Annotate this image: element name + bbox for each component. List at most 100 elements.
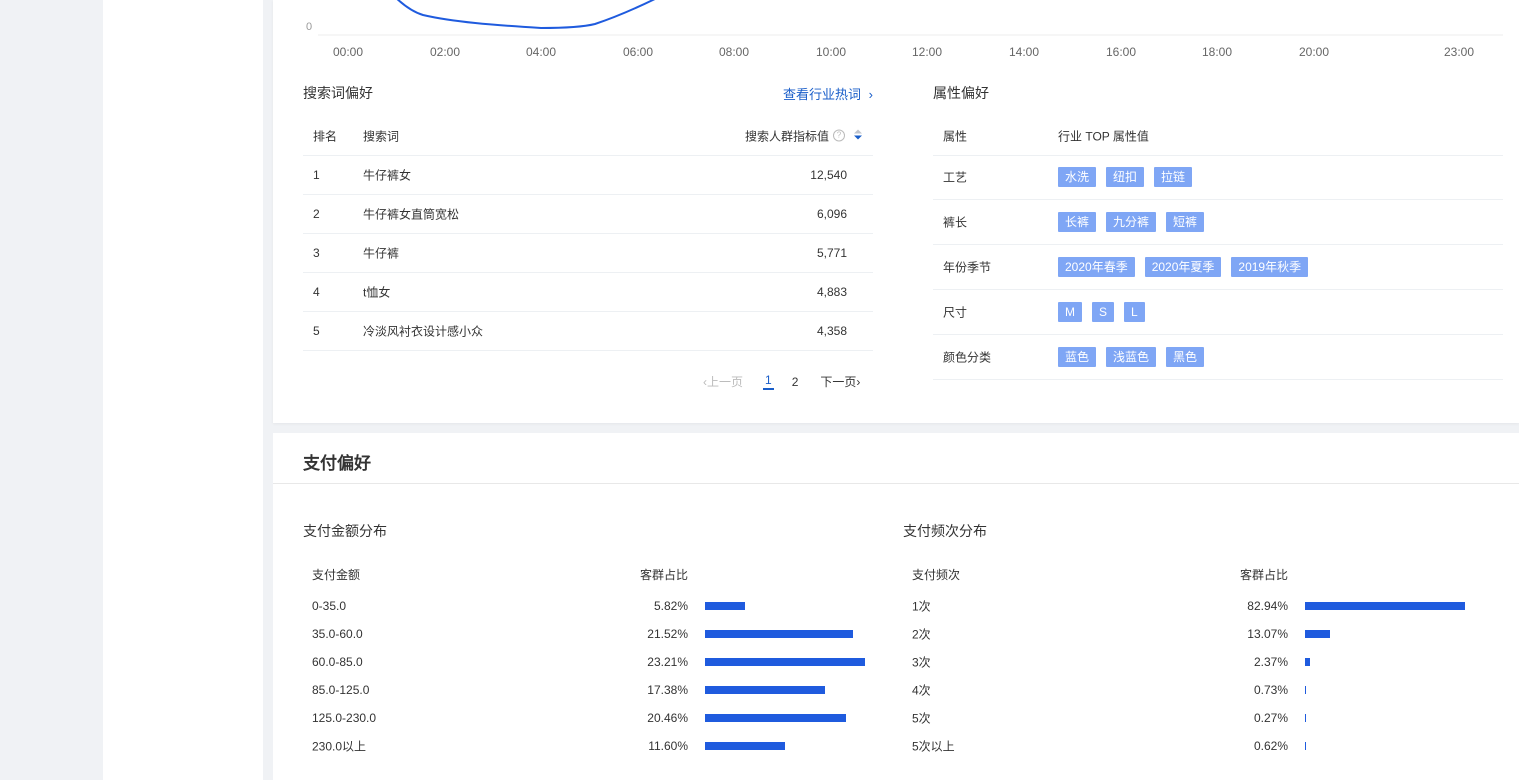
- attr-tag[interactable]: 2020年夏季: [1144, 257, 1222, 277]
- attr-row: 尺寸 M S L: [933, 290, 1503, 335]
- dist-row: 2次 13.07%: [273, 620, 1519, 648]
- y-axis-tick-0: 0: [306, 21, 313, 33]
- dist-pct: 0.27%: [1253, 711, 1288, 725]
- attr-row: 裤长 长裤 九分裤 短裤: [933, 200, 1503, 245]
- attr-tags: 2020年春季 2020年夏季 2019年秋季: [1058, 257, 1309, 277]
- industry-hotwords-link[interactable]: 查看行业热词 ›: [783, 84, 873, 103]
- attr-tag[interactable]: 2020年春季: [1058, 257, 1135, 277]
- attr-tag[interactable]: 蓝色: [1058, 347, 1097, 367]
- amount-label-header: 支付金额: [312, 568, 361, 582]
- pagination: ‹上一页 1 2 下一页›: [703, 373, 860, 390]
- next-page-label: 下一页: [820, 375, 857, 389]
- attr-name: 裤长: [943, 215, 968, 230]
- x-axis-tick-label: 12:00: [911, 45, 943, 59]
- help-icon[interactable]: ?: [833, 129, 845, 142]
- attr-tag[interactable]: 水洗: [1058, 167, 1097, 187]
- attr-tag[interactable]: 短裤: [1166, 212, 1205, 232]
- attr-name: 年份季节: [943, 260, 992, 275]
- sort-icon[interactable]: [853, 129, 863, 142]
- dist-label: 5次以上: [912, 739, 955, 754]
- layout-gap: [263, 0, 273, 780]
- attr-row: 工艺 水洗 纽扣 拉链: [933, 155, 1503, 200]
- search-section-title: 搜索词偏好: [303, 85, 373, 101]
- attr-tag[interactable]: 拉链: [1154, 167, 1193, 187]
- attr-section-title: 属性偏好: [933, 85, 989, 101]
- rank-cell: 4: [313, 284, 320, 299]
- dist-pct: 13.07%: [1247, 627, 1288, 641]
- freq-dist-title: 支付频次分布: [903, 523, 987, 539]
- dist-label: 2次: [912, 627, 931, 642]
- prev-page-button[interactable]: ‹上一页: [703, 373, 743, 390]
- keyword-cell: 牛仔裤女: [363, 168, 412, 182]
- attr-row: 颜色分类 蓝色 浅蓝色 黑色: [933, 335, 1503, 380]
- attr-tag[interactable]: L: [1124, 302, 1145, 322]
- dist-row: 5次以上 0.62%: [273, 732, 1519, 760]
- attr-name: 工艺: [943, 170, 968, 185]
- keyword-cell: 冷淡风衬衣设计感小众: [363, 324, 484, 338]
- x-axis-tick-label: 06:00: [622, 45, 654, 59]
- dist-bar: [1305, 714, 1306, 722]
- attr-tag[interactable]: 九分裤: [1106, 212, 1157, 232]
- table-row[interactable]: 5 冷淡风衬衣设计感小众 4,358: [303, 311, 873, 351]
- value-header-label: 搜索人群指标值: [744, 129, 829, 143]
- table-row[interactable]: 4 t恤女 4,883: [303, 272, 873, 312]
- rank-header: 排名: [313, 129, 338, 143]
- rank-cell: 1: [313, 167, 320, 182]
- x-axis-tick-label: 18:00: [1201, 45, 1233, 59]
- industry-hotwords-label: 查看行业热词: [783, 87, 862, 102]
- dist-label: 3次: [912, 655, 931, 670]
- attr-tags: 长裤 九分裤 短裤: [1058, 212, 1205, 232]
- sidebar: [103, 0, 263, 780]
- x-axis-tick-label: 14:00: [1008, 45, 1040, 59]
- attr-tag[interactable]: 纽扣: [1106, 167, 1145, 187]
- attr-tags: 蓝色 浅蓝色 黑色: [1058, 347, 1205, 367]
- attr-tags: MSL: [1058, 302, 1145, 322]
- x-axis-tick-label: 08:00: [718, 45, 750, 59]
- line-chart-svg: [318, 0, 1503, 36]
- search-table-header: 排名 搜索词 搜索人群指标值 ?: [303, 116, 873, 156]
- amount-dist-title: 支付金额分布: [303, 523, 387, 539]
- page-1-button[interactable]: 1: [763, 373, 774, 390]
- attr-name-header: 属性: [943, 129, 968, 143]
- dist-pct: 0.62%: [1253, 739, 1288, 753]
- amount-pct-header: 客群占比: [640, 568, 689, 582]
- table-row[interactable]: 3 牛仔裤 5,771: [303, 233, 873, 273]
- chevron-right-icon: ›: [856, 375, 861, 389]
- x-axis-tick-label: 02:00: [429, 45, 461, 59]
- prev-page-label: 上一页: [707, 375, 744, 389]
- rank-cell: 5: [313, 323, 320, 338]
- dist-pct: 2.37%: [1253, 655, 1288, 669]
- payment-card-header: 支付偏好: [273, 433, 1519, 484]
- dist-row: 4次 0.73%: [273, 676, 1519, 704]
- attr-name: 颜色分类: [943, 350, 992, 365]
- attr-tag[interactable]: M: [1058, 302, 1082, 322]
- value-cell: 5,771: [816, 245, 847, 260]
- x-axis-tick-label: 00:00: [332, 45, 364, 59]
- chevron-right-icon: ›: [868, 87, 873, 102]
- x-axis-tick-label: 20:00: [1298, 45, 1330, 59]
- table-row[interactable]: 2 牛仔裤女直筒宽松 6,096: [303, 194, 873, 234]
- keyword-cell: 牛仔裤: [363, 246, 400, 260]
- attr-value-header: 行业 TOP 属性值: [1058, 129, 1149, 143]
- payment-card: 支付偏好 支付金额分布 支付金额 客群占比 0-35.0 5.82% 35.0-60…: [273, 433, 1519, 780]
- attr-tag[interactable]: 黑色: [1166, 347, 1205, 367]
- attr-tags: 水洗 纽扣 拉链: [1058, 167, 1193, 187]
- freq-pct-header: 客群占比: [1240, 568, 1289, 582]
- value-cell: 12,540: [810, 167, 847, 182]
- dist-pct: 82.94%: [1247, 599, 1288, 613]
- x-axis-tick-label: 16:00: [1105, 45, 1137, 59]
- table-row[interactable]: 1 牛仔裤女 12,540: [303, 155, 873, 195]
- value-header[interactable]: 搜索人群指标值 ?: [745, 127, 863, 144]
- attr-tag[interactable]: 浅蓝色: [1106, 347, 1157, 367]
- dist-label: 4次: [912, 683, 931, 698]
- attr-tag[interactable]: S: [1092, 302, 1115, 322]
- dist-pct: 0.73%: [1253, 683, 1288, 697]
- attr-tag[interactable]: 2019年秋季: [1231, 257, 1309, 277]
- payment-title: 支付偏好: [303, 454, 371, 473]
- attr-tag[interactable]: 长裤: [1058, 212, 1097, 232]
- freq-label-header: 支付频次: [912, 568, 961, 582]
- next-page-button[interactable]: 下一页›: [820, 373, 860, 390]
- dist-row: 3次 2.37%: [273, 648, 1519, 676]
- page-2-button[interactable]: 2: [792, 375, 799, 389]
- keyword-cell: t恤女: [363, 285, 391, 299]
